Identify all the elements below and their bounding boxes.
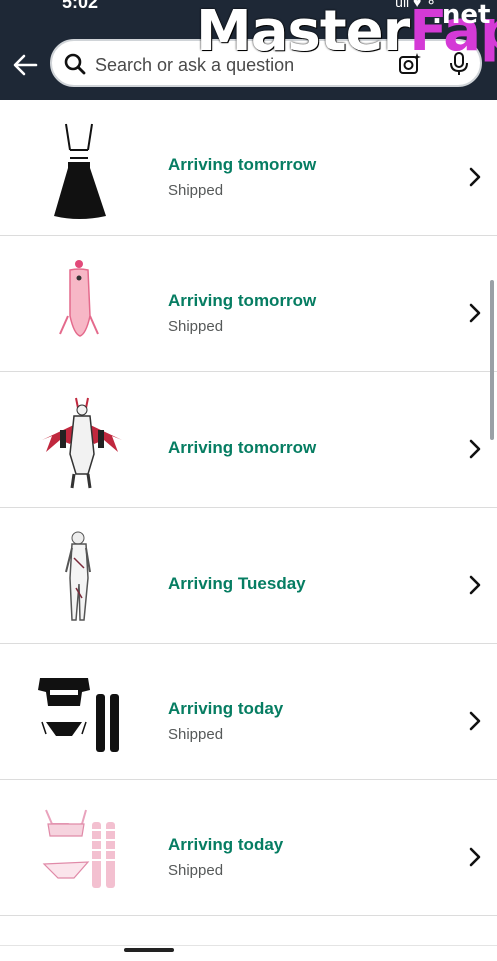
order-item[interactable]: Arriving tomorrow Shipped — [0, 236, 497, 372]
app-header: 5:02 ull ♥ ⚬ Search or ask a question Ma… — [0, 0, 497, 100]
delivery-status: Arriving tomorrow — [168, 155, 317, 174]
order-item[interactable]: Arriving tomorrow Shipped — [0, 100, 497, 236]
pink-set-icon — [42, 809, 115, 888]
order-item[interactable]: Arriving today Shipped — [0, 644, 497, 780]
pink-bodysuit-icon — [59, 260, 99, 337]
home-indicator[interactable] — [124, 948, 174, 952]
chevron-right-icon[interactable] — [468, 846, 482, 868]
chevron-right-icon[interactable] — [468, 166, 482, 188]
search-icon — [64, 53, 86, 75]
order-item[interactable]: Arriving tomorrow — [0, 372, 497, 508]
back-arrow-icon[interactable] — [12, 52, 38, 78]
watermark-suffix: .net — [432, 0, 491, 30]
bottom-nav-bar — [0, 945, 497, 961]
scrollbar[interactable] — [490, 280, 494, 440]
chevron-right-icon[interactable] — [468, 302, 482, 324]
delivery-status: Arriving today — [168, 835, 284, 854]
shipment-status: Shipped — [168, 726, 224, 743]
winged-costume-icon — [42, 397, 122, 489]
order-item[interactable]: Arriving Tuesday — [0, 508, 497, 644]
chevron-right-icon[interactable] — [468, 710, 482, 732]
black-set-icon — [38, 678, 119, 752]
shipment-status: Shipped — [168, 182, 224, 199]
shipment-status: Shipped — [168, 862, 224, 879]
order-item[interactable]: Arriving today Shipped — [0, 780, 497, 916]
delivery-status: Arriving tomorrow — [168, 291, 317, 310]
watermark-main: Master — [196, 0, 410, 64]
delivery-status: Arriving today — [168, 699, 284, 718]
chevron-right-icon[interactable] — [468, 574, 482, 596]
status-time: 5:02 — [62, 0, 99, 12]
chevron-right-icon[interactable] — [468, 438, 482, 460]
delivery-status: Arriving Tuesday — [168, 574, 306, 593]
black-skirt-icon — [54, 123, 106, 219]
delivery-status: Arriving tomorrow — [168, 438, 317, 457]
order-list: Arriving tomorrow Shipped Arriving tomor… — [0, 100, 497, 916]
white-bodysuit-icon — [65, 531, 91, 621]
shipment-status: Shipped — [168, 318, 224, 335]
